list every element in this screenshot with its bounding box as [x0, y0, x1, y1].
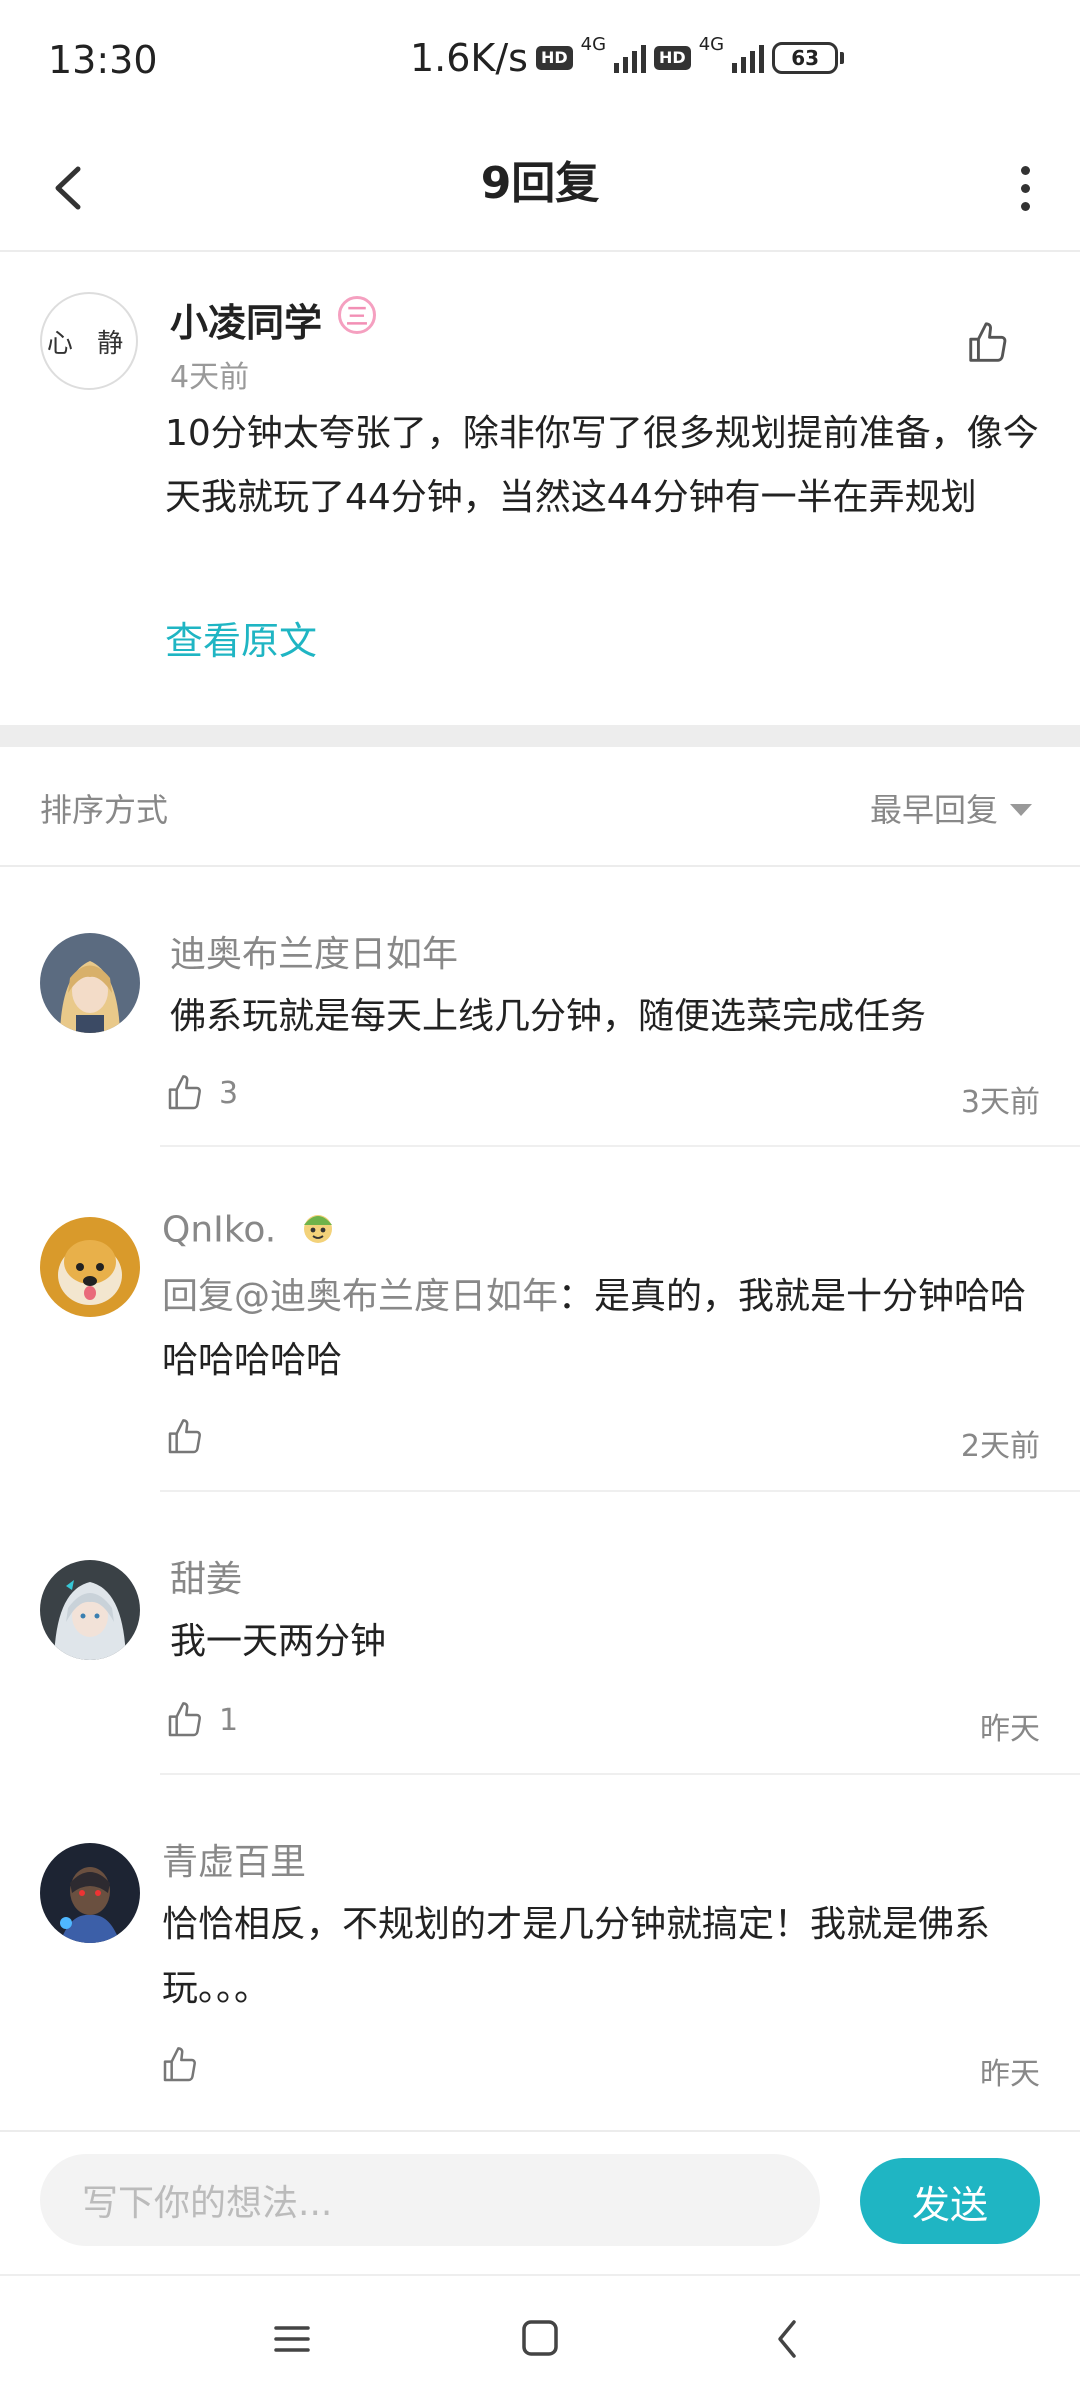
like-icon	[168, 1075, 201, 1110]
status-time: 13:30	[48, 38, 158, 82]
reply-item: 青虚百里 恰恰相反，不规划的才是几分钟就搞定！我就是佛系玩。。。 昨天	[0, 1775, 1080, 2120]
more-options-icon[interactable]	[1010, 153, 1040, 223]
avatar[interactable]	[40, 1217, 140, 1317]
sort-label: 排序方式	[40, 791, 169, 829]
back-nav-icon[interactable]	[758, 2312, 818, 2366]
post-time: 4天前	[170, 360, 250, 395]
caret-down-icon	[1010, 804, 1032, 816]
reply-author[interactable]: 青虚百里	[162, 1833, 306, 1885]
avatar[interactable]	[40, 933, 140, 1033]
avatar[interactable]: 心 静	[40, 292, 138, 390]
reply-like-button[interactable]: 3	[165, 1073, 238, 1113]
status-indicators: 1.6K/s HD 4G HD 4G 63	[410, 33, 845, 80]
avatar[interactable]	[40, 1560, 140, 1660]
reply-time: 昨天	[980, 1712, 1040, 1747]
top-bar: 9回复	[0, 125, 1080, 252]
sort-dropdown[interactable]: 最早回复	[870, 785, 1032, 831]
reply-author[interactable]: 甜姜	[170, 1550, 242, 1602]
status-bar: 13:30 1.6K/s HD 4G HD 4G 63	[0, 0, 1080, 125]
page-title: 9回复	[480, 158, 600, 209]
network-type-1: 4G	[580, 33, 607, 55]
comment-input[interactable]: 写下你的想法...	[40, 2154, 820, 2246]
signal-icon-2	[732, 43, 765, 73]
network-speed: 1.6K/s	[410, 36, 528, 80]
like-icon	[168, 1419, 201, 1454]
author-name[interactable]: 小凌同学	[170, 292, 322, 347]
hd-icon: HD	[535, 46, 573, 70]
menu-icon[interactable]	[262, 2312, 322, 2366]
original-post: 心 静 小凌同学 三 4天前 10分钟太夸张了，除非你写了很多规划提前准备，像今…	[0, 252, 1080, 722]
comment-input-bar: 写下你的想法... 发送	[0, 2130, 1080, 2274]
reply-like-button[interactable]	[165, 1417, 219, 1457]
battery-icon: 63	[772, 42, 845, 74]
reply-like-button[interactable]	[160, 2045, 214, 2085]
reply-content: 我一天两分钟	[170, 1621, 387, 1662]
sort-value: 最早回复	[869, 791, 998, 829]
like-icon[interactable]	[965, 320, 1011, 366]
section-divider	[0, 725, 1080, 747]
reply-author[interactable]: 迪奥布兰度日如年	[170, 925, 458, 977]
like-icon	[163, 2047, 196, 2082]
hd-icon-2: HD	[654, 46, 691, 70]
reply-item: 甜姜 我一天两分钟 1 昨天	[0, 1492, 1080, 1775]
reply-mention[interactable]: 回复@迪奥布兰度日如年	[162, 1276, 558, 1317]
reply-time: 昨天	[980, 2057, 1040, 2092]
reply-time: 2天前	[960, 1429, 1040, 1464]
reply-content: 恰恰相反，不规划的才是几分钟就搞定！我就是佛系玩。。。	[162, 1904, 991, 2009]
like-count: 1	[219, 1702, 239, 1738]
view-original-link[interactable]: 查看原文	[165, 610, 317, 665]
system-nav-bar	[0, 2274, 1080, 2402]
reply-item: QnIko. 回复@迪奥布兰度日如年：是真的，我就是十分钟哈哈哈哈哈哈哈 2天前	[0, 1147, 1080, 1492]
like-icon	[168, 1702, 201, 1737]
reply-item: 迪奥布兰度日如年 佛系玩就是每天上线几分钟，随便选菜完成任务 3 3天前	[0, 867, 1080, 1147]
post-content: 10分钟太夸张了，除非你写了很多规划提前准备，像今天我就玩了44分钟，当然这44…	[165, 413, 1039, 518]
reply-content: 佛系玩就是每天上线几分钟，随便选菜完成任务	[170, 996, 927, 1037]
reply-time: 3天前	[960, 1085, 1040, 1120]
signal-icon	[614, 43, 647, 73]
battery-level: 63	[772, 42, 839, 74]
level-badge-icon: 三	[338, 296, 376, 334]
reply-like-button[interactable]: 1	[165, 1700, 238, 1740]
emoji-sticker-icon	[296, 1205, 340, 1258]
sort-row: 排序方式 最早回复	[0, 747, 1080, 867]
avatar[interactable]	[40, 1843, 140, 1943]
reply-author[interactable]: QnIko.	[162, 1205, 340, 1258]
home-icon[interactable]	[510, 2312, 570, 2366]
send-button[interactable]: 发送	[860, 2158, 1040, 2244]
network-type-2: 4G	[698, 33, 725, 55]
like-count: 3	[219, 1075, 239, 1111]
reply-content: 回复@迪奥布兰度日如年：是真的，我就是十分钟哈哈哈哈哈哈哈	[162, 1276, 1027, 1381]
